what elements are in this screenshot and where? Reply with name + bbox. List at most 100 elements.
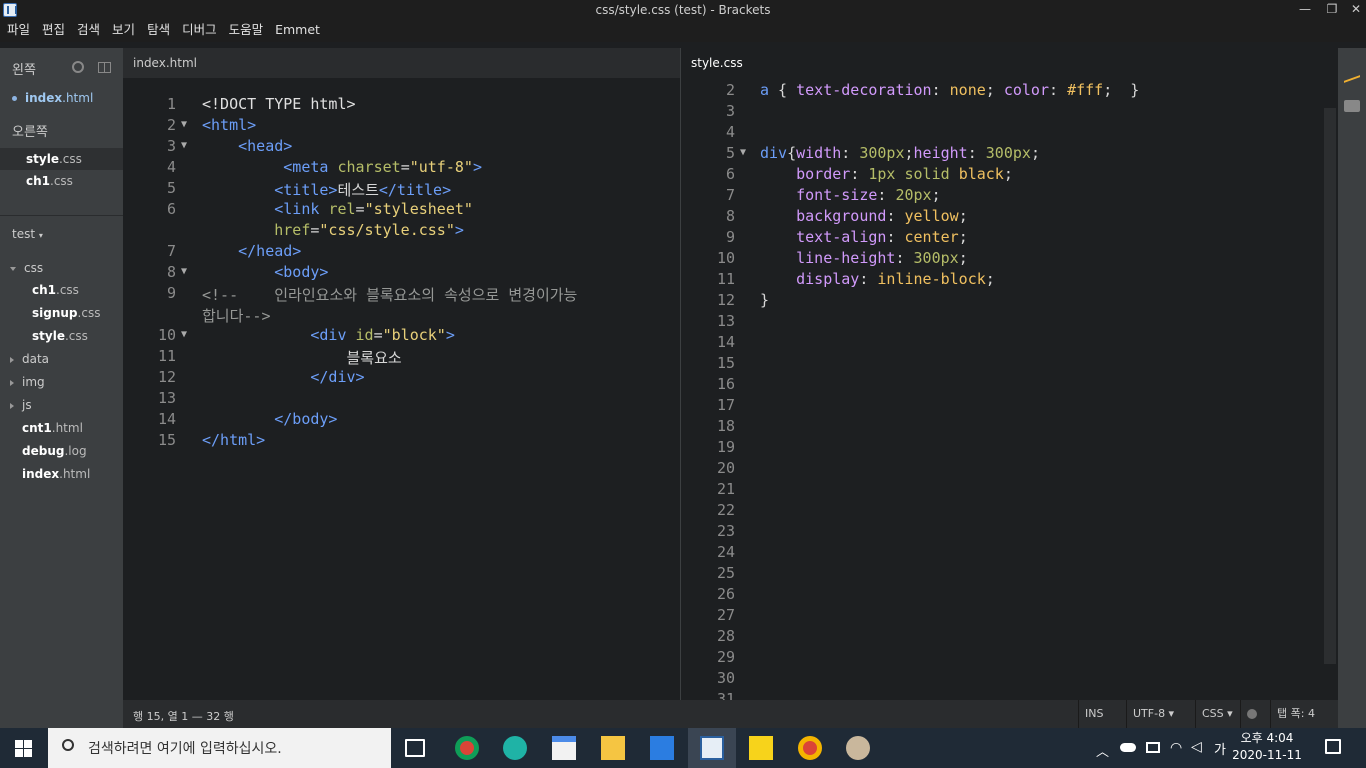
divider <box>0 215 123 216</box>
code-line[interactable]: <meta charset="utf-8"> <box>202 158 482 176</box>
menu-item[interactable]: 디버그 <box>176 20 223 40</box>
volume-icon[interactable]: ◁ <box>1191 739 1202 755</box>
status-bar: 행 15, 열 1 — 32 행 INS UTF-8 ▾ CSS ▾ 탭 폭: … <box>123 700 1338 728</box>
task-view-icon[interactable] <box>405 739 425 757</box>
battery-icon[interactable] <box>1146 742 1160 753</box>
line-number: 19 <box>716 438 735 456</box>
paint-icon[interactable] <box>846 736 870 760</box>
code-line[interactable]: border: 1px solid black; <box>760 165 1013 183</box>
tree-name: img <box>22 375 45 389</box>
code-line[interactable]: <html> <box>202 116 256 134</box>
fold-arrow-icon[interactable]: ▼ <box>740 147 746 158</box>
menu-item[interactable]: 도움말 <box>223 20 270 40</box>
tree-folder[interactable]: css <box>10 258 43 278</box>
gear-icon[interactable] <box>72 61 84 73</box>
code-line[interactable]: div{width: 300px;height: 300px; <box>760 144 1040 162</box>
tree-folder[interactable]: data <box>10 349 49 369</box>
clock[interactable]: 오후 4:04 2020-11-11 <box>1232 730 1302 764</box>
code-line[interactable]: 합니다--> <box>202 305 271 326</box>
code-line[interactable]: 블록요소 <box>202 347 401 368</box>
language-select[interactable]: CSS ▾ <box>1195 700 1239 728</box>
tree-name: debug <box>22 444 65 458</box>
onedrive-icon[interactable] <box>1120 743 1136 752</box>
code-line[interactable]: href="css/style.css"> <box>202 221 464 239</box>
code-line[interactable]: </head> <box>202 242 301 260</box>
code-line[interactable]: <div id="block"> <box>202 326 455 344</box>
project-dropdown[interactable]: test ▾ <box>12 224 43 244</box>
sidebar: 왼쪽 index.html 오른쪽 style.css ch1.css test … <box>0 48 123 728</box>
menu-item[interactable]: Emmet <box>269 20 326 40</box>
chrome-icon-2[interactable] <box>798 736 822 760</box>
file-explorer-icon[interactable] <box>601 736 625 760</box>
right-editor-pane[interactable]: style.css 2 a { text-decoration: none; co… <box>681 48 1338 708</box>
sidebar-file[interactable]: style.css <box>26 149 82 169</box>
menu-item[interactable]: 탐색 <box>141 20 176 40</box>
code-line[interactable]: <title>테스트</title> <box>202 179 451 200</box>
code-line[interactable]: <!-- 인라인요소와 블록요소의 속성으로 변경이가능 <box>202 284 577 305</box>
line-number: 3 <box>725 102 735 120</box>
tree-file[interactable]: debug.log <box>22 441 87 461</box>
working-set-left-label: 왼쪽 <box>12 63 36 78</box>
edge-icon[interactable] <box>503 736 527 760</box>
taskbar-search-box[interactable]: 검색하려면 여기에 입력하십시오. <box>48 728 391 768</box>
indent-setting[interactable]: 탭 폭: 4 <box>1270 700 1338 728</box>
chrome-icon[interactable] <box>455 736 479 760</box>
sidebar-file[interactable]: ch1.css <box>26 171 73 191</box>
code-line[interactable]: display: inline-block; <box>760 270 995 288</box>
minimize-button[interactable]: — <box>1291 0 1319 20</box>
tree-file[interactable]: signup.css <box>32 303 100 323</box>
fold-arrow-icon[interactable]: ▼ <box>181 119 187 130</box>
notification-icon[interactable] <box>1325 739 1341 754</box>
live-preview-icon[interactable] <box>1344 67 1360 83</box>
code-line[interactable]: <head> <box>202 137 292 155</box>
fold-arrow-icon[interactable]: ▼ <box>181 329 187 340</box>
store-icon[interactable] <box>552 736 576 760</box>
tray-chevron-icon[interactable]: ︿ <box>1096 741 1109 760</box>
tree-file[interactable]: style.css <box>32 326 88 346</box>
code-line[interactable]: </div> <box>202 368 364 386</box>
code-line[interactable]: <body> <box>202 263 328 281</box>
menu-bar: 파일 편집 검색 보기 탐색 디버그 도움말 Emmet <box>0 20 1366 42</box>
code-line[interactable]: text-align: center; <box>760 228 968 246</box>
menu-item[interactable]: 편집 <box>36 20 71 40</box>
sticky-notes-icon[interactable] <box>749 736 773 760</box>
menu-item[interactable]: 보기 <box>106 20 141 40</box>
split-view-icon[interactable] <box>98 62 111 73</box>
linter-status-icon[interactable] <box>1240 700 1270 728</box>
code-line[interactable]: </body> <box>202 410 337 428</box>
code-line[interactable]: background: yellow; <box>760 207 968 225</box>
tree-name: ch1 <box>32 283 57 297</box>
tree-file[interactable]: cnt1.html <box>22 418 83 438</box>
windows-start-icon[interactable] <box>15 740 32 757</box>
line-number: 1 <box>166 95 176 113</box>
tree-folder[interactable]: js <box>10 395 32 415</box>
code-line[interactable]: } <box>760 291 769 309</box>
code-line[interactable]: </html> <box>202 431 265 449</box>
code-line[interactable]: line-height: 300px; <box>760 249 968 267</box>
fold-arrow-icon[interactable]: ▼ <box>181 140 187 151</box>
code-line[interactable]: <!DOCT TYPE html> <box>202 95 356 113</box>
menu-item[interactable]: 검색 <box>71 20 106 40</box>
right-editor-tab[interactable]: style.css <box>681 48 1338 78</box>
code-line[interactable]: a { text-decoration: none; color: #fff; … <box>760 81 1139 99</box>
insert-mode[interactable]: INS <box>1078 700 1109 728</box>
scrollbar[interactable] <box>1324 108 1336 664</box>
tree-file[interactable]: ch1.css <box>32 280 79 300</box>
fold-arrow-icon[interactable]: ▼ <box>181 266 187 277</box>
tree-file[interactable]: index.html <box>22 464 90 484</box>
code-line[interactable]: <link rel="stylesheet" <box>202 200 473 218</box>
sidebar-file[interactable]: index.html <box>12 88 93 108</box>
tree-folder[interactable]: img <box>10 372 45 392</box>
close-button[interactable]: ✕ <box>1342 0 1366 20</box>
line-number: 4 <box>725 123 735 141</box>
left-editor-pane[interactable]: index.html 1 <!DOCT TYPE html> 2 ▼ <html> 3 ▼ … <box>123 48 680 700</box>
extension-manager-icon[interactable] <box>1344 100 1360 112</box>
code-line[interactable]: font-size: 20px; <box>760 186 941 204</box>
wifi-icon[interactable]: ◠ <box>1170 740 1182 756</box>
left-editor-tab[interactable]: index.html <box>123 48 680 78</box>
ime-indicator[interactable]: 가 <box>1214 739 1226 758</box>
encoding-select[interactable]: UTF-8 ▾ <box>1126 700 1180 728</box>
mail-icon[interactable] <box>650 736 674 760</box>
brackets-taskbar-icon[interactable] <box>700 736 724 760</box>
menu-item[interactable]: 파일 <box>0 20 36 40</box>
